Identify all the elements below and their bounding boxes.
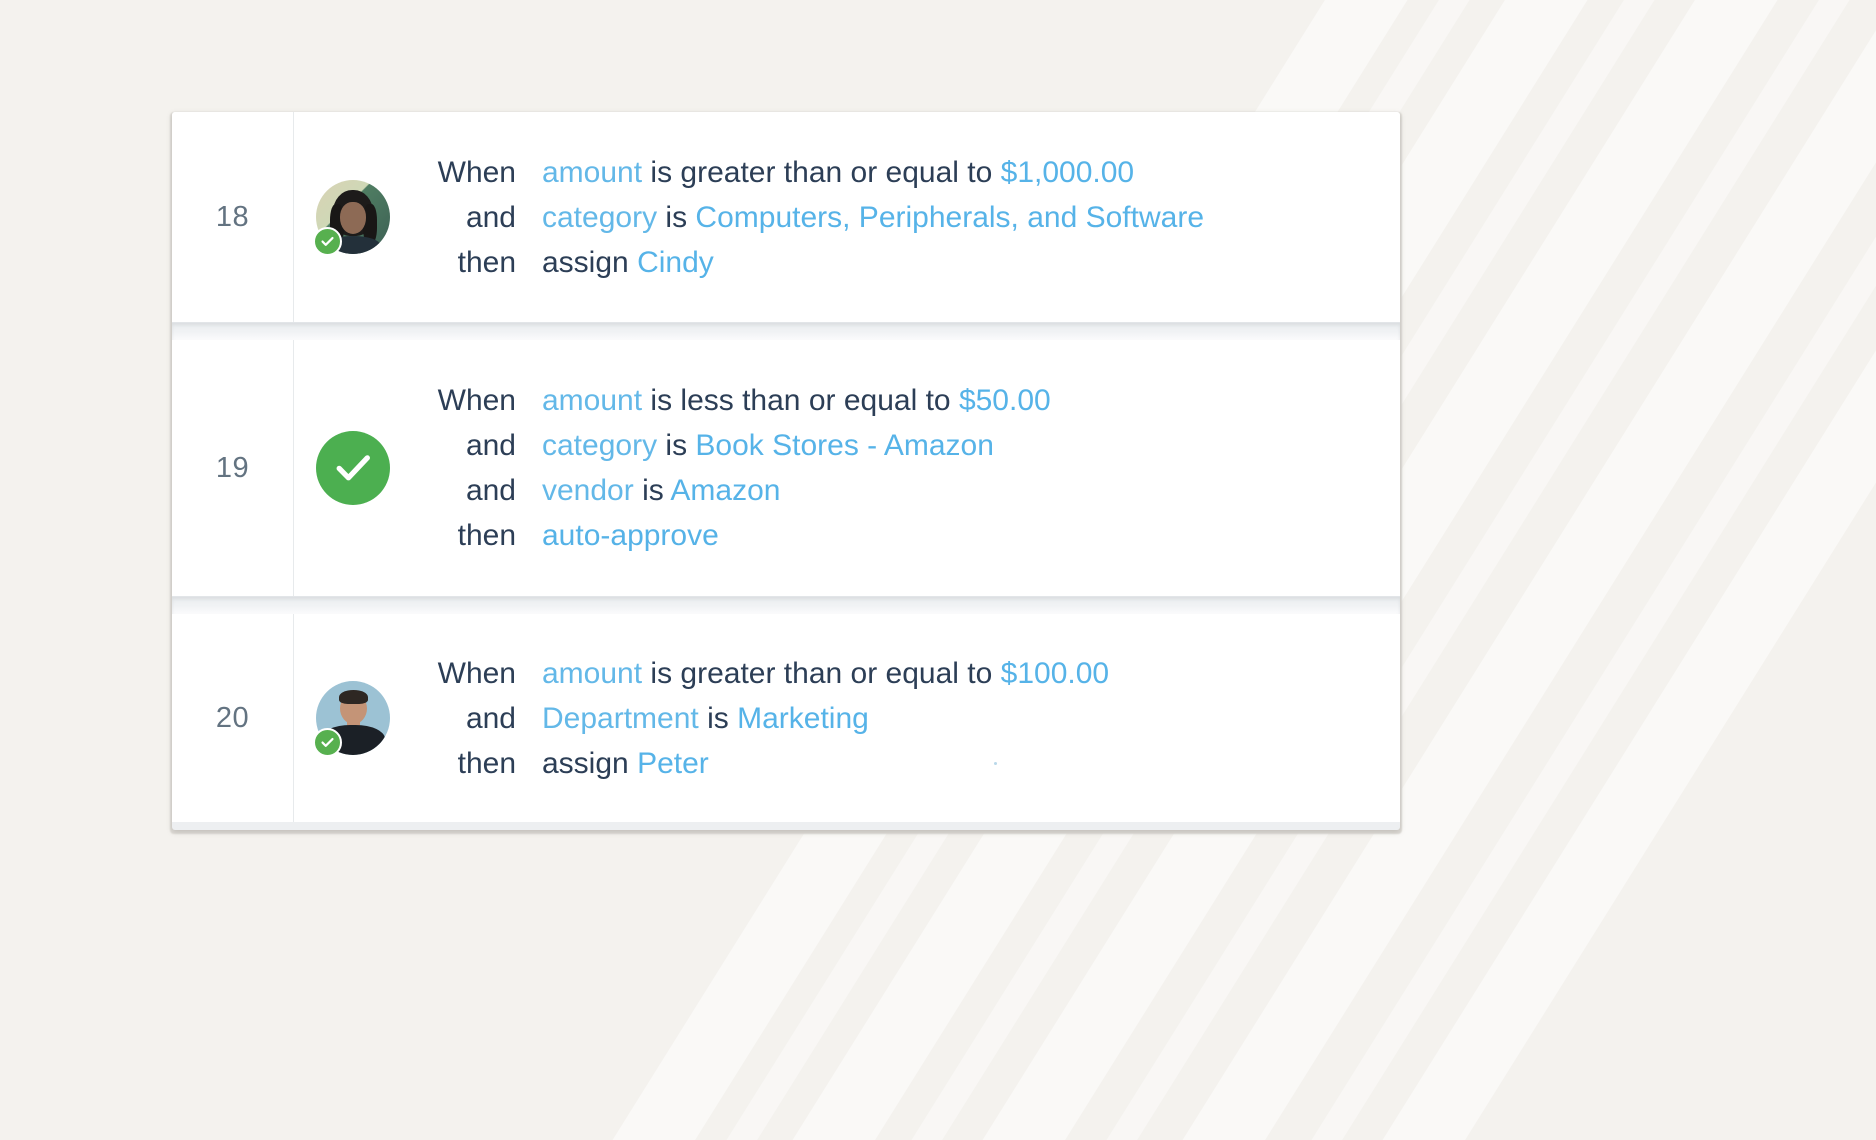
clause-expression: vendor is Amazon [542, 474, 781, 507]
table-row[interactable]: 18 When amount is greater than or equal … [172, 112, 1400, 322]
table-row[interactable]: 20 When amount is greater than or equal … [172, 614, 1400, 822]
clause-expression: amount is less than or equal to $50.00 [542, 384, 1051, 417]
row-divider [172, 596, 1400, 614]
clause-keyword: When [437, 384, 516, 417]
clause-expression: assign Peter [542, 746, 709, 780]
rule-number: 20 [215, 701, 250, 734]
rule-clause: and category is Computers, Peripherals, … [412, 195, 1376, 240]
rule-clause: When amount is less than or equal to $50… [412, 378, 1376, 423]
assignee-cell[interactable] [294, 112, 412, 322]
rule-clause: When amount is greater than or equal to … [412, 651, 1376, 696]
clause-keyword: and [465, 474, 516, 507]
table-row[interactable]: 19 When amount is less than or equal to … [172, 340, 1400, 596]
check-circle-icon [316, 431, 390, 505]
clause-keyword: then [457, 245, 516, 279]
clause-keyword: and [465, 200, 516, 234]
clause-keyword: and [465, 701, 516, 735]
clause-keyword: When [437, 656, 516, 690]
rule-clause: then assign Peter [412, 741, 1376, 786]
rule-number: 19 [215, 451, 250, 484]
rule-number-cell: 19 [172, 340, 294, 596]
rule-clause: then auto-approve [412, 513, 1376, 558]
clause-expression: category is Computers, Peripherals, and … [542, 200, 1205, 234]
clause-expression: auto-approve [542, 519, 719, 552]
rule-clause: and vendor is Amazon [412, 468, 1376, 513]
row-divider [172, 322, 1400, 340]
assignee-cell[interactable] [294, 614, 412, 822]
check-badge-icon [313, 227, 342, 256]
clause-keyword: and [465, 429, 516, 462]
assignee-cell[interactable] [294, 340, 412, 596]
approval-rules-list: 18 When amount is greater than or equal … [172, 112, 1400, 830]
check-badge-icon [313, 728, 342, 757]
clause-expression: amount is greater than or equal to $100.… [542, 656, 1110, 690]
clause-expression: Department is Marketing [542, 701, 869, 735]
rule-expression: When amount is greater than or equal to … [412, 614, 1400, 822]
rule-clause: and Department is Marketing [412, 696, 1376, 741]
rule-number: 18 [215, 200, 250, 233]
rule-expression: When amount is less than or equal to $50… [412, 340, 1400, 596]
clause-keyword: then [457, 746, 516, 780]
rule-clause: When amount is greater than or equal to … [412, 150, 1376, 195]
clause-keyword: then [457, 519, 516, 552]
clause-expression: category is Book Stores - Amazon [542, 429, 994, 462]
rule-number-cell: 20 [172, 614, 294, 822]
clause-expression: assign Cindy [542, 245, 714, 279]
clause-expression: amount is greater than or equal to $1,00… [542, 155, 1135, 189]
rule-clause: then assign Cindy [412, 240, 1376, 285]
rule-number-cell: 18 [172, 112, 294, 322]
cursor-artifact [994, 762, 997, 765]
rule-expression: When amount is greater than or equal to … [412, 112, 1400, 322]
clause-keyword: When [437, 155, 516, 189]
rule-clause: and category is Book Stores - Amazon [412, 423, 1376, 468]
